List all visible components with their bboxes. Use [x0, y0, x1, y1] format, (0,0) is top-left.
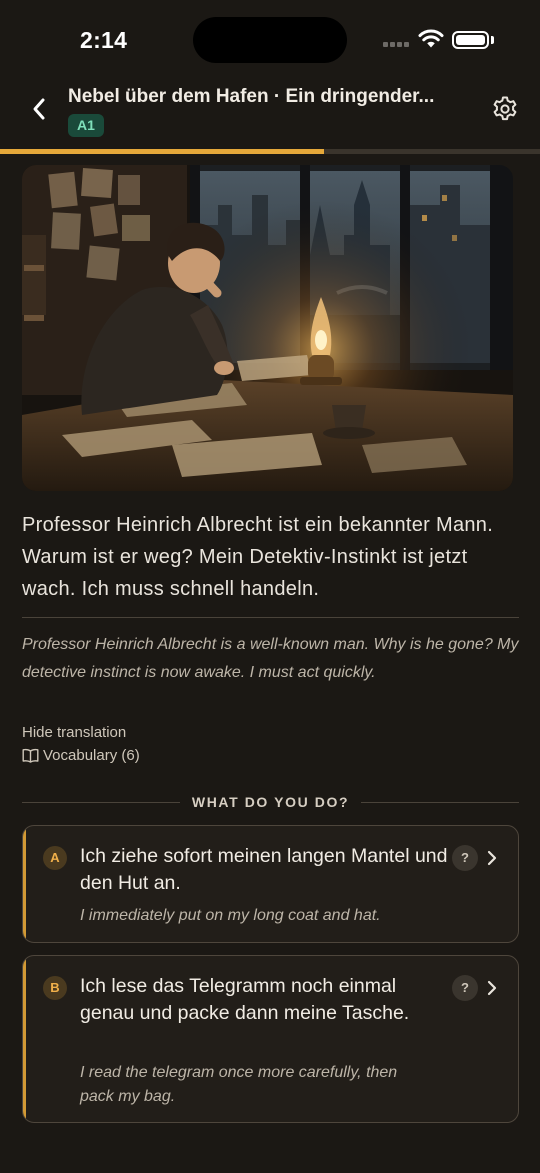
dynamic-island — [193, 17, 347, 63]
choice-translation: I read the telegram once more carefully,… — [80, 1064, 398, 1105]
gear-icon — [493, 96, 517, 121]
choice-accent-bar — [23, 826, 26, 942]
status-bar: 2:14 — [0, 0, 540, 80]
choices-section-heading: WHAT DO YOU DO? — [22, 792, 520, 812]
cellular-signal-icon — [383, 42, 411, 48]
chevron-left-icon — [33, 98, 45, 120]
help-button[interactable]: ? — [452, 975, 478, 1001]
heading-rule-right — [361, 801, 520, 803]
settings-button[interactable] — [488, 92, 522, 126]
story-progress-bar — [0, 149, 540, 154]
hide-translation-button[interactable]: Hide translation — [22, 724, 126, 741]
status-time: 2:14 — [80, 27, 128, 53]
heading-rule-left — [22, 801, 180, 803]
battery-tip — [491, 36, 494, 44]
detective-desk-illustration — [22, 165, 513, 491]
battery-icon — [452, 31, 489, 49]
vocabulary-label: Vocabulary (6) — [43, 747, 140, 764]
level-badge: A1 — [68, 114, 104, 137]
choice-letter-badge: A — [43, 846, 67, 870]
book-icon — [22, 748, 39, 763]
chevron-right-icon — [487, 850, 497, 866]
choices-heading: WHAT DO YOU DO? — [191, 794, 350, 810]
choice-text: Ich ziehe sofort meinen langen Mantel un… — [80, 845, 448, 894]
story-screen: 2:14 Nebel über dem Hafen · Ein dringend… — [0, 0, 540, 1173]
story-translation: Professor Heinrich Albrecht is a well-kn… — [22, 636, 519, 681]
story-text: Professor Heinrich Albrecht ist ein beka… — [22, 514, 494, 600]
text-divider — [22, 617, 519, 618]
choice-card-a[interactable]: A Ich ziehe sofort meinen langen Mantel … — [22, 825, 519, 943]
chevron-right-icon — [487, 980, 497, 996]
back-button[interactable] — [22, 90, 56, 128]
vocabulary-button[interactable]: Vocabulary (6) — [22, 747, 140, 764]
choice-translation: I immediately put on my long coat and ha… — [80, 907, 381, 924]
story-illustration — [22, 165, 513, 491]
choice-text: Ich lese das Telegramm noch einmal genau… — [80, 975, 410, 1024]
choice-accent-bar — [23, 956, 26, 1122]
help-button[interactable]: ? — [452, 845, 478, 871]
story-progress-fill — [0, 149, 324, 154]
choice-letter-badge: B — [43, 976, 67, 1000]
page-title: Nebel über dem Hafen · Ein dringender... — [68, 86, 435, 107]
wifi-icon — [418, 29, 444, 48]
choice-card-b[interactable]: B Ich lese das Telegramm noch einmal gen… — [22, 955, 519, 1123]
